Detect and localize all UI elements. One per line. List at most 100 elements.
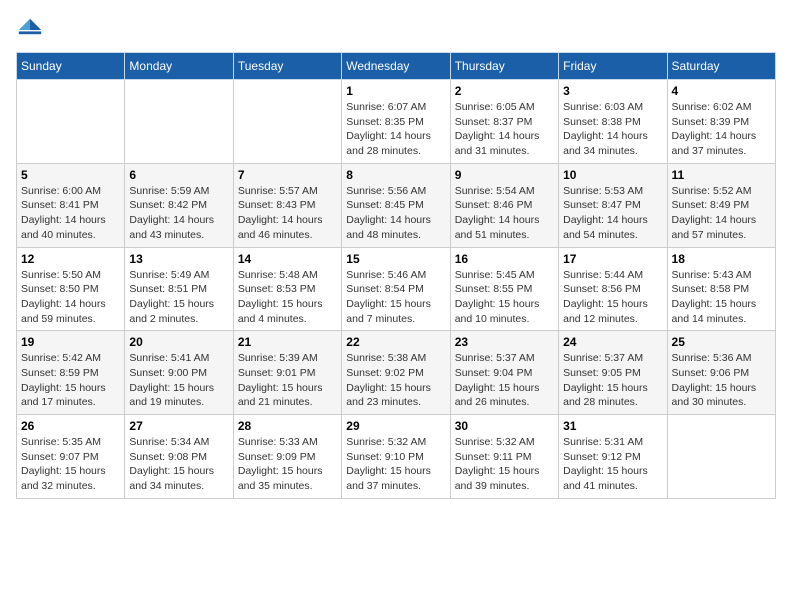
calendar-day-cell: 26 Sunrise: 5:35 AM Sunset: 9:07 PM Dayli… <box>17 415 125 499</box>
day-number: 1 <box>346 84 445 98</box>
calendar-day-cell: 4 Sunrise: 6:02 AM Sunset: 8:39 PM Daylig… <box>667 80 775 164</box>
calendar-week-row: 12 Sunrise: 5:50 AM Sunset: 8:50 PM Dayli… <box>17 247 776 331</box>
day-number: 18 <box>672 252 771 266</box>
day-number: 23 <box>455 335 554 349</box>
calendar-day-cell <box>667 415 775 499</box>
calendar-day-cell: 16 Sunrise: 5:45 AM Sunset: 8:55 PM Dayli… <box>450 247 558 331</box>
calendar-day-cell: 23 Sunrise: 5:37 AM Sunset: 9:04 PM Dayli… <box>450 331 558 415</box>
day-number: 22 <box>346 335 445 349</box>
day-number: 26 <box>21 419 120 433</box>
day-info: Sunrise: 5:49 AM Sunset: 8:51 PM Dayligh… <box>129 268 228 327</box>
day-info: Sunrise: 5:45 AM Sunset: 8:55 PM Dayligh… <box>455 268 554 327</box>
day-info: Sunrise: 5:32 AM Sunset: 9:10 PM Dayligh… <box>346 435 445 494</box>
day-info: Sunrise: 5:50 AM Sunset: 8:50 PM Dayligh… <box>21 268 120 327</box>
day-info: Sunrise: 5:39 AM Sunset: 9:01 PM Dayligh… <box>238 351 337 410</box>
day-number: 16 <box>455 252 554 266</box>
calendar-day-cell <box>233 80 341 164</box>
weekday-header-row: SundayMondayTuesdayWednesdayThursdayFrid… <box>17 53 776 80</box>
calendar-day-cell: 14 Sunrise: 5:48 AM Sunset: 8:53 PM Dayli… <box>233 247 341 331</box>
calendar-day-cell: 7 Sunrise: 5:57 AM Sunset: 8:43 PM Daylig… <box>233 163 341 247</box>
day-info: Sunrise: 5:37 AM Sunset: 9:05 PM Dayligh… <box>563 351 662 410</box>
day-number: 28 <box>238 419 337 433</box>
day-number: 14 <box>238 252 337 266</box>
weekday-header: Sunday <box>17 53 125 80</box>
day-info: Sunrise: 6:05 AM Sunset: 8:37 PM Dayligh… <box>455 100 554 159</box>
day-info: Sunrise: 5:43 AM Sunset: 8:58 PM Dayligh… <box>672 268 771 327</box>
day-number: 4 <box>672 84 771 98</box>
day-number: 8 <box>346 168 445 182</box>
day-number: 25 <box>672 335 771 349</box>
calendar-day-cell: 30Sunrise: 5:32 AM Sunset: 9:11 PM Dayli… <box>450 415 558 499</box>
day-number: 17 <box>563 252 662 266</box>
day-info: Sunrise: 5:53 AM Sunset: 8:47 PM Dayligh… <box>563 184 662 243</box>
day-info: Sunrise: 5:33 AM Sunset: 9:09 PM Dayligh… <box>238 435 337 494</box>
day-info: Sunrise: 5:52 AM Sunset: 8:49 PM Dayligh… <box>672 184 771 243</box>
day-number: 24 <box>563 335 662 349</box>
calendar-week-row: 26 Sunrise: 5:35 AM Sunset: 9:07 PM Dayli… <box>17 415 776 499</box>
day-number: 13 <box>129 252 228 266</box>
calendar-day-cell: 1 Sunrise: 6:07 AM Sunset: 8:35 PM Daylig… <box>342 80 450 164</box>
day-number: 2 <box>455 84 554 98</box>
day-number: 7 <box>238 168 337 182</box>
day-number: 12 <box>21 252 120 266</box>
day-info: Sunrise: 5:36 AM Sunset: 9:06 PM Dayligh… <box>672 351 771 410</box>
day-number: 31 <box>563 419 662 433</box>
calendar-day-cell: 31 Sunrise: 5:31 AM Sunset: 9:12 PM Dayli… <box>559 415 667 499</box>
page-header <box>16 16 776 44</box>
day-info: Sunrise: 5:54 AM Sunset: 8:46 PM Dayligh… <box>455 184 554 243</box>
calendar-day-cell: 17Sunrise: 5:44 AM Sunset: 8:56 PM Dayli… <box>559 247 667 331</box>
weekday-header: Tuesday <box>233 53 341 80</box>
calendar-day-cell: 5 Sunrise: 6:00 AM Sunset: 8:41 PM Daylig… <box>17 163 125 247</box>
weekday-header: Thursday <box>450 53 558 80</box>
day-number: 5 <box>21 168 120 182</box>
day-info: Sunrise: 5:37 AM Sunset: 9:04 PM Dayligh… <box>455 351 554 410</box>
calendar-day-cell: 8Sunrise: 5:56 AM Sunset: 8:45 PM Daylig… <box>342 163 450 247</box>
day-info: Sunrise: 5:59 AM Sunset: 8:42 PM Dayligh… <box>129 184 228 243</box>
day-info: Sunrise: 5:42 AM Sunset: 8:59 PM Dayligh… <box>21 351 120 410</box>
calendar-day-cell: 19 Sunrise: 5:42 AM Sunset: 8:59 PM Dayli… <box>17 331 125 415</box>
calendar-week-row: 1 Sunrise: 6:07 AM Sunset: 8:35 PM Daylig… <box>17 80 776 164</box>
calendar-day-cell: 24 Sunrise: 5:37 AM Sunset: 9:05 PM Dayli… <box>559 331 667 415</box>
day-info: Sunrise: 5:48 AM Sunset: 8:53 PM Dayligh… <box>238 268 337 327</box>
calendar-day-cell: 20Sunrise: 5:41 AM Sunset: 9:00 PM Dayli… <box>125 331 233 415</box>
calendar-day-cell: 15Sunrise: 5:46 AM Sunset: 8:54 PM Dayli… <box>342 247 450 331</box>
calendar-day-cell <box>125 80 233 164</box>
weekday-header: Monday <box>125 53 233 80</box>
day-number: 6 <box>129 168 228 182</box>
calendar-day-cell: 22Sunrise: 5:38 AM Sunset: 9:02 PM Dayli… <box>342 331 450 415</box>
calendar-day-cell: 28 Sunrise: 5:33 AM Sunset: 9:09 PM Dayli… <box>233 415 341 499</box>
day-number: 15 <box>346 252 445 266</box>
weekday-header: Saturday <box>667 53 775 80</box>
day-info: Sunrise: 5:35 AM Sunset: 9:07 PM Dayligh… <box>21 435 120 494</box>
weekday-header: Wednesday <box>342 53 450 80</box>
calendar-week-row: 19 Sunrise: 5:42 AM Sunset: 8:59 PM Dayli… <box>17 331 776 415</box>
calendar-day-cell: 9 Sunrise: 5:54 AM Sunset: 8:46 PM Daylig… <box>450 163 558 247</box>
calendar-day-cell: 21 Sunrise: 5:39 AM Sunset: 9:01 PM Dayli… <box>233 331 341 415</box>
calendar-table: SundayMondayTuesdayWednesdayThursdayFrid… <box>16 52 776 499</box>
day-number: 19 <box>21 335 120 349</box>
calendar-day-cell: 2 Sunrise: 6:05 AM Sunset: 8:37 PM Daylig… <box>450 80 558 164</box>
day-number: 21 <box>238 335 337 349</box>
logo-icon <box>16 16 44 44</box>
day-info: Sunrise: 6:02 AM Sunset: 8:39 PM Dayligh… <box>672 100 771 159</box>
calendar-day-cell: 18 Sunrise: 5:43 AM Sunset: 8:58 PM Dayli… <box>667 247 775 331</box>
day-number: 11 <box>672 168 771 182</box>
calendar-day-cell: 29 Sunrise: 5:32 AM Sunset: 9:10 PM Dayli… <box>342 415 450 499</box>
calendar-day-cell: 25 Sunrise: 5:36 AM Sunset: 9:06 PM Dayli… <box>667 331 775 415</box>
calendar-day-cell: 13 Sunrise: 5:49 AM Sunset: 8:51 PM Dayli… <box>125 247 233 331</box>
day-info: Sunrise: 5:31 AM Sunset: 9:12 PM Dayligh… <box>563 435 662 494</box>
day-info: Sunrise: 6:07 AM Sunset: 8:35 PM Dayligh… <box>346 100 445 159</box>
day-number: 20 <box>129 335 228 349</box>
calendar-day-cell: 12 Sunrise: 5:50 AM Sunset: 8:50 PM Dayli… <box>17 247 125 331</box>
day-number: 27 <box>129 419 228 433</box>
day-info: Sunrise: 6:03 AM Sunset: 8:38 PM Dayligh… <box>563 100 662 159</box>
day-number: 29 <box>346 419 445 433</box>
day-info: Sunrise: 5:57 AM Sunset: 8:43 PM Dayligh… <box>238 184 337 243</box>
day-number: 10 <box>563 168 662 182</box>
calendar-day-cell: 3Sunrise: 6:03 AM Sunset: 8:38 PM Daylig… <box>559 80 667 164</box>
day-info: Sunrise: 6:00 AM Sunset: 8:41 PM Dayligh… <box>21 184 120 243</box>
day-info: Sunrise: 5:34 AM Sunset: 9:08 PM Dayligh… <box>129 435 228 494</box>
calendar-day-cell: 27 Sunrise: 5:34 AM Sunset: 9:08 PM Dayli… <box>125 415 233 499</box>
logo <box>16 16 48 44</box>
day-number: 9 <box>455 168 554 182</box>
